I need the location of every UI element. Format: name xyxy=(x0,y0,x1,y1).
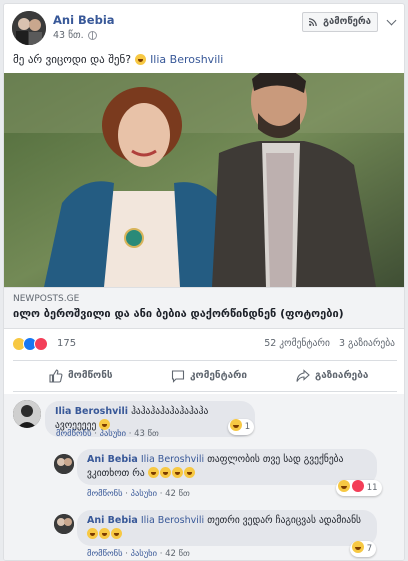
comment-like-link[interactable]: მომწონს xyxy=(87,549,123,559)
author-avatar[interactable] xyxy=(12,11,46,45)
comment-label: კომენტარი xyxy=(190,370,248,381)
comment-button[interactable]: კომენტარი xyxy=(171,361,247,391)
love-reaction-icon[interactable] xyxy=(34,337,48,351)
post-text: მე არ ვიცოდი და შენ? Ilia Beroshvili xyxy=(13,53,223,66)
post-stats: 52 კომენტარი 3 გაზიარება xyxy=(264,338,395,349)
comment-like-link[interactable]: მომწონს xyxy=(56,429,92,439)
grin-emoji-icon xyxy=(134,54,146,65)
comment-reaction-count: 7 xyxy=(366,544,373,554)
comment-reactions[interactable]: 1 xyxy=(228,419,255,435)
comment-tag[interactable]: Ilia Beroshvili xyxy=(141,454,204,465)
comment-like-link[interactable]: მომწონს xyxy=(87,489,123,499)
reactions-summary: 175 52 კომენტარი 3 გაზიარება xyxy=(4,329,404,357)
comment-author[interactable]: Ani Bebia xyxy=(87,454,138,465)
comment-meta: მომწონს · პასუხი · 42 წთ xyxy=(87,549,190,559)
share-arrow-icon xyxy=(296,369,310,382)
comment-time[interactable]: 42 წთ xyxy=(165,549,190,559)
like-label: მომწონს xyxy=(68,370,113,381)
comment-reaction-count: 11 xyxy=(366,483,378,493)
post-card: Ani Bebia 43 წთ. გამოწერა მე არ ვიცოდი დ… xyxy=(3,3,405,561)
comment-text: თეთრი ვედარ ჩაგიცვას ადამიანს xyxy=(207,515,362,526)
follow-button[interactable]: გამოწერა xyxy=(302,12,378,32)
haha-reaction-icon xyxy=(230,419,242,431)
share-count[interactable]: 3 გაზიარება xyxy=(339,338,395,349)
post-time[interactable]: 43 წთ. xyxy=(53,30,84,41)
love-reaction-icon xyxy=(352,480,364,492)
like-button[interactable]: მომწონს xyxy=(49,361,113,391)
link-preview-image[interactable] xyxy=(4,73,404,287)
comment-reply-link[interactable]: პასუხი xyxy=(131,549,157,559)
commenter-avatar[interactable] xyxy=(54,454,74,474)
chevron-down-icon[interactable] xyxy=(386,15,397,26)
globe-icon xyxy=(88,31,97,40)
rss-icon xyxy=(309,18,317,26)
link-domain: NEWPOSTS.GE xyxy=(13,294,80,304)
laugh-emoji-icon xyxy=(147,467,159,478)
commenter-avatar[interactable] xyxy=(54,514,74,534)
post-body: მე არ ვიცოდი და შენ? xyxy=(13,53,132,66)
laugh-emoji-icon xyxy=(111,528,122,539)
comment-meta: მომწონს · პასუხი · 43 წთ xyxy=(56,429,159,439)
action-bar: მომწონს კომენტარი გაზიარება xyxy=(13,360,397,392)
post-header: Ani Bebia 43 წთ. გამოწერა xyxy=(4,4,404,48)
comment-author[interactable]: Ani Bebia xyxy=(87,515,138,526)
comment-reply-link[interactable]: პასუხი xyxy=(131,489,157,499)
laugh-emoji-icon xyxy=(159,467,171,478)
commenter-avatar[interactable] xyxy=(13,400,41,428)
share-button[interactable]: გაზიარება xyxy=(296,361,368,391)
reaction-count[interactable]: 175 xyxy=(57,338,76,349)
link-title[interactable]: ილო ბეროშვილი და ანი ბებია დაქორწინდნენ … xyxy=(13,307,344,320)
comments-section: Ilia Beroshvili ჰაჰაჰაჰაჰაჰაჰაჰა ავოეეეე… xyxy=(4,394,404,560)
haha-reaction-icon xyxy=(352,541,364,553)
comment-reactions[interactable]: 11 xyxy=(336,480,382,496)
comment-count[interactable]: 52 კომენტარი xyxy=(264,338,330,349)
thumbs-up-icon xyxy=(49,369,63,383)
comment-time[interactable]: 42 წთ xyxy=(165,489,190,499)
comment-reaction-count: 1 xyxy=(244,422,251,432)
laugh-emoji-icon xyxy=(99,528,110,539)
haha-reaction-icon xyxy=(338,480,350,492)
comment-reactions[interactable]: 7 xyxy=(350,541,377,557)
laugh-emoji-icon xyxy=(183,467,195,478)
comment-bubble: Ani Bebia Ilia Beroshvili თეთრი ვედარ ჩა… xyxy=(77,510,377,546)
laugh-emoji-icon xyxy=(171,467,183,478)
comment-bubble: Ani Bebia Ilia Beroshvili თაფლობის თვე ს… xyxy=(77,449,377,485)
comment-icon xyxy=(171,370,185,383)
comment-time[interactable]: 43 წთ xyxy=(134,429,159,439)
comment-author[interactable]: Ilia Beroshvili xyxy=(55,406,128,417)
comment-tag[interactable]: Ilia Beroshvili xyxy=(141,515,204,526)
post-author[interactable]: Ani Bebia xyxy=(53,13,115,27)
follow-label: გამოწერა xyxy=(323,16,371,27)
laugh-emoji-icon xyxy=(87,528,98,539)
share-label: გაზიარება xyxy=(315,370,369,381)
tagged-user[interactable]: Ilia Beroshvili xyxy=(150,53,223,66)
comment-reply-link[interactable]: პასუხი xyxy=(100,429,126,439)
link-preview[interactable]: NEWPOSTS.GE ილო ბეროშვილი და ანი ბებია დ… xyxy=(4,287,404,329)
comment-meta: მომწონს · პასუხი · 42 წთ xyxy=(87,489,190,499)
